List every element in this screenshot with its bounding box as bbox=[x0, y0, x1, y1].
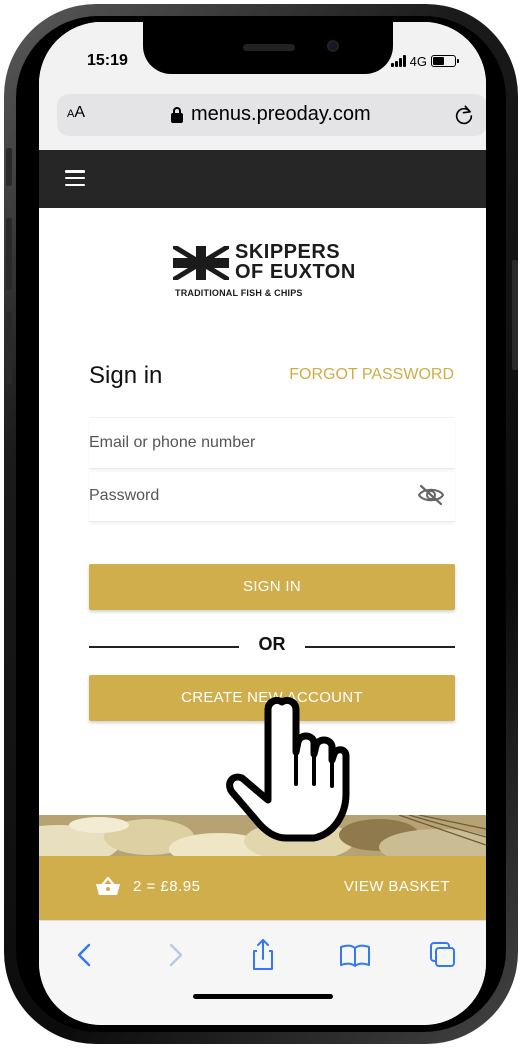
hamburger-icon[interactable] bbox=[65, 170, 85, 186]
signal-icon bbox=[390, 55, 406, 67]
status-indicators: 4G bbox=[390, 53, 459, 69]
battery-icon bbox=[431, 55, 459, 67]
logo-title: SKIPPERS OF EUXTON bbox=[235, 241, 356, 283]
power-button bbox=[512, 260, 518, 370]
mute-switch bbox=[6, 148, 12, 186]
password-field[interactable] bbox=[89, 470, 455, 522]
brand-logo: SKIPPERS OF EUXTON TRADITIONAL FISH & CH… bbox=[173, 242, 373, 300]
view-basket-button[interactable]: VIEW BASKET bbox=[344, 878, 450, 895]
password-input[interactable] bbox=[89, 470, 455, 521]
battery-fill bbox=[433, 57, 444, 65]
volume-down-button bbox=[6, 312, 12, 384]
forward-arrow-icon[interactable] bbox=[157, 937, 193, 973]
speaker-grille bbox=[243, 44, 295, 51]
front-camera bbox=[327, 40, 339, 52]
reload-icon[interactable] bbox=[453, 104, 475, 126]
basket-icon bbox=[96, 876, 120, 895]
url-text: menus.preoday.com bbox=[191, 103, 371, 125]
browser-toolbar bbox=[39, 920, 486, 1025]
tabs-icon[interactable] bbox=[425, 937, 461, 973]
or-label: OR bbox=[258, 634, 286, 654]
volume-up-button bbox=[6, 218, 12, 290]
network-label: 4G bbox=[409, 53, 427, 69]
home-indicator bbox=[193, 994, 333, 999]
status-time: 15:19 bbox=[87, 52, 128, 69]
site-header bbox=[39, 150, 486, 208]
forgot-password-link[interactable]: FORGOT PASSWORD bbox=[289, 366, 454, 384]
sign-in-button[interactable]: SIGN IN bbox=[89, 564, 455, 610]
or-divider: OR bbox=[89, 626, 455, 666]
status-bar: 15:19 4G bbox=[39, 22, 486, 90]
pointing-hand-cursor-icon bbox=[226, 696, 350, 842]
logo-tagline: TRADITIONAL FISH & CHIPS bbox=[175, 288, 303, 298]
address-bar-area: AA menus.preoday.com bbox=[39, 90, 486, 150]
bookmarks-icon[interactable] bbox=[337, 937, 373, 973]
share-icon[interactable] bbox=[245, 937, 281, 973]
eye-off-icon[interactable] bbox=[417, 484, 445, 506]
url-display[interactable]: menus.preoday.com bbox=[171, 103, 371, 126]
email-field[interactable] bbox=[89, 417, 455, 469]
divider-line bbox=[305, 646, 455, 648]
notch bbox=[143, 22, 393, 74]
union-flag-icon bbox=[173, 246, 229, 280]
back-arrow-icon[interactable] bbox=[67, 937, 103, 973]
basket-bar[interactable]: 2 = £8.95 VIEW BASKET bbox=[39, 856, 486, 920]
text-size-button[interactable]: AA bbox=[67, 104, 85, 122]
phone-screen: 15:19 4G AA menus.preoday.com SKIPPERS O… bbox=[39, 22, 486, 1025]
signin-heading: Sign in bbox=[89, 362, 163, 389]
email-input[interactable] bbox=[89, 418, 455, 468]
lock-icon bbox=[171, 106, 183, 123]
address-bar[interactable]: AA menus.preoday.com bbox=[57, 94, 486, 136]
basket-summary: 2 = £8.95 bbox=[133, 878, 201, 895]
